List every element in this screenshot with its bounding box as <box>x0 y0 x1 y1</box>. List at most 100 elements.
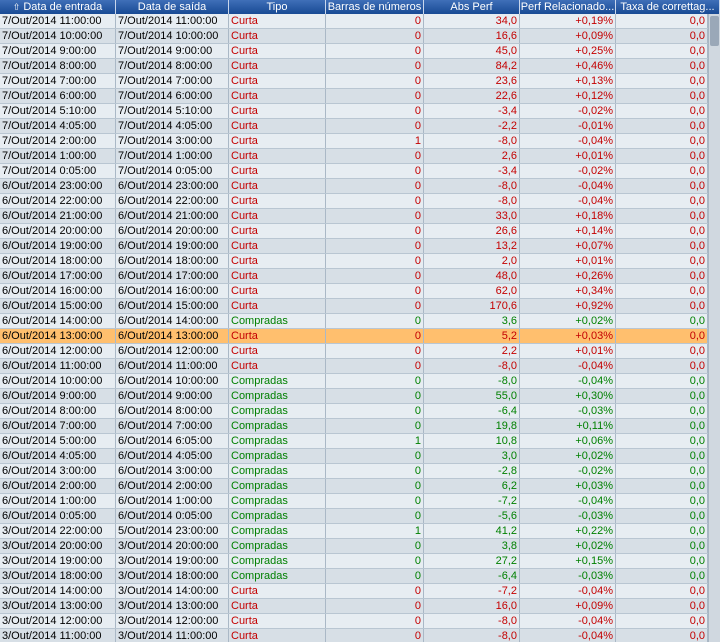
table-row[interactable]: 7/Out/2014 9:00:00 7/Out/2014 9:00:00 Curt… <box>0 44 708 59</box>
table-row[interactable]: 6/Out/2014 12:00:00 6/Out/2014 12:00:00 Cu… <box>0 344 708 359</box>
table-row[interactable]: 7/Out/2014 11:00:00 7/Out/2014 11:00:00 Cu… <box>0 14 708 29</box>
rel-perf-cell: +0,01% <box>520 344 616 358</box>
table-row[interactable]: 7/Out/2014 8:00:00 7/Out/2014 8:00:00 Curt… <box>0 59 708 74</box>
commission-cell: 0,0 <box>616 254 708 268</box>
table-row[interactable]: 6/Out/2014 14:00:00 6/Out/2014 14:00:00 Co… <box>0 314 708 329</box>
entry-date-cell: 7/Out/2014 9:00:00 <box>0 44 116 58</box>
table-row[interactable]: 6/Out/2014 9:00:00 6/Out/2014 9:00:00 Comp… <box>0 389 708 404</box>
rel-perf-cell: +0,09% <box>520 599 616 613</box>
scrollbar-thumb[interactable] <box>710 16 719 46</box>
type-cell: Compradas <box>229 569 326 583</box>
header-bars-label: Barras de números <box>327 1 422 13</box>
table-row[interactable]: 6/Out/2014 3:00:00 6/Out/2014 3:00:00 Comp… <box>0 464 708 479</box>
table-row[interactable]: 6/Out/2014 5:00:00 6/Out/2014 6:05:00 Comp… <box>0 434 708 449</box>
table-row[interactable]: 3/Out/2014 22:00:00 5/Out/2014 23:00:00 Co… <box>0 524 708 539</box>
entry-date-cell: 6/Out/2014 5:00:00 <box>0 434 116 448</box>
abs-perf-cell: 6,2 <box>424 479 520 493</box>
rel-perf-cell: +0,26% <box>520 269 616 283</box>
table-row[interactable]: 3/Out/2014 19:00:00 3/Out/2014 19:00:00 Co… <box>0 554 708 569</box>
exit-date-cell: 6/Out/2014 20:00:00 <box>116 224 229 238</box>
exit-date-cell: 6/Out/2014 18:00:00 <box>116 254 229 268</box>
exit-date-cell: 7/Out/2014 8:00:00 <box>116 59 229 73</box>
abs-perf-cell: 2,0 <box>424 254 520 268</box>
table-row[interactable]: 7/Out/2014 1:00:00 7/Out/2014 1:00:00 Curt… <box>0 149 708 164</box>
table-row[interactable]: 7/Out/2014 2:00:00 7/Out/2014 3:00:00 Curt… <box>0 134 708 149</box>
exit-date-cell: 7/Out/2014 3:00:00 <box>116 134 229 148</box>
bars-cell: 1 <box>326 134 424 148</box>
exit-date-cell: 6/Out/2014 15:00:00 <box>116 299 229 313</box>
table-row[interactable]: 7/Out/2014 10:00:00 7/Out/2014 10:00:00 Cu… <box>0 29 708 44</box>
commission-cell: 0,0 <box>616 539 708 553</box>
exit-date-cell: 6/Out/2014 7:00:00 <box>116 419 229 433</box>
table-row[interactable]: 3/Out/2014 20:00:00 3/Out/2014 20:00:00 Co… <box>0 539 708 554</box>
commission-cell: 0,0 <box>616 329 708 343</box>
trade-list-grid: ⇧ Data de entrada Data de saída Tipo Barr… <box>0 0 720 642</box>
header-bars[interactable]: Barras de números <box>326 0 424 14</box>
table-row[interactable]: 6/Out/2014 16:00:00 6/Out/2014 16:00:00 Cu… <box>0 284 708 299</box>
table-row[interactable]: 6/Out/2014 10:00:00 6/Out/2014 10:00:00 Co… <box>0 374 708 389</box>
bars-cell: 0 <box>326 614 424 628</box>
table-row[interactable]: 6/Out/2014 13:00:00 6/Out/2014 13:00:00 Cu… <box>0 329 708 344</box>
table-row[interactable]: 6/Out/2014 18:00:00 6/Out/2014 18:00:00 Cu… <box>0 254 708 269</box>
table-row[interactable]: 6/Out/2014 0:05:00 6/Out/2014 0:05:00 Comp… <box>0 509 708 524</box>
table-row[interactable]: 7/Out/2014 0:05:00 7/Out/2014 0:05:00 Curt… <box>0 164 708 179</box>
exit-date-cell: 3/Out/2014 12:00:00 <box>116 614 229 628</box>
table-row[interactable]: 3/Out/2014 14:00:00 3/Out/2014 14:00:00 Cu… <box>0 584 708 599</box>
commission-cell: 0,0 <box>616 509 708 523</box>
type-cell: Curta <box>229 269 326 283</box>
table-row[interactable]: 6/Out/2014 21:00:00 6/Out/2014 21:00:00 Cu… <box>0 209 708 224</box>
table-row[interactable]: 6/Out/2014 11:00:00 6/Out/2014 11:00:00 Cu… <box>0 359 708 374</box>
table-row[interactable]: 7/Out/2014 6:00:00 7/Out/2014 6:00:00 Curt… <box>0 89 708 104</box>
table-row[interactable]: 6/Out/2014 19:00:00 6/Out/2014 19:00:00 Cu… <box>0 239 708 254</box>
table-row[interactable]: 6/Out/2014 22:00:00 6/Out/2014 22:00:00 Cu… <box>0 194 708 209</box>
entry-date-cell: 7/Out/2014 10:00:00 <box>0 29 116 43</box>
sort-ascending-icon[interactable]: ⇧ <box>13 0 21 14</box>
entry-date-cell: 7/Out/2014 7:00:00 <box>0 74 116 88</box>
type-cell: Compradas <box>229 479 326 493</box>
type-cell: Compradas <box>229 434 326 448</box>
type-cell: Curta <box>229 149 326 163</box>
table-row[interactable]: 6/Out/2014 1:00:00 6/Out/2014 1:00:00 Comp… <box>0 494 708 509</box>
type-cell: Curta <box>229 29 326 43</box>
bars-cell: 1 <box>326 524 424 538</box>
header-type[interactable]: Tipo <box>229 0 326 14</box>
entry-date-cell: 7/Out/2014 11:00:00 <box>0 14 116 28</box>
table-row[interactable]: 6/Out/2014 23:00:00 6/Out/2014 23:00:00 Cu… <box>0 179 708 194</box>
table-row[interactable]: 6/Out/2014 4:05:00 6/Out/2014 4:05:00 Comp… <box>0 449 708 464</box>
table-row[interactable]: 7/Out/2014 4:05:00 7/Out/2014 4:05:00 Curt… <box>0 119 708 134</box>
vertical-scrollbar[interactable] <box>708 14 720 642</box>
header-abs-perf[interactable]: Abs Perf <box>424 0 520 14</box>
table-row[interactable]: 7/Out/2014 5:10:00 7/Out/2014 5:10:00 Curt… <box>0 104 708 119</box>
header-exit-date[interactable]: Data de saída <box>116 0 229 14</box>
commission-cell: 0,0 <box>616 14 708 28</box>
table-row[interactable]: 3/Out/2014 18:00:00 3/Out/2014 18:00:00 Co… <box>0 569 708 584</box>
bars-cell: 0 <box>326 14 424 28</box>
exit-date-cell: 6/Out/2014 14:00:00 <box>116 314 229 328</box>
table-row[interactable]: 6/Out/2014 17:00:00 6/Out/2014 17:00:00 Cu… <box>0 269 708 284</box>
exit-date-cell: 7/Out/2014 0:05:00 <box>116 164 229 178</box>
table-row[interactable]: 6/Out/2014 15:00:00 6/Out/2014 15:00:00 Cu… <box>0 299 708 314</box>
exit-date-cell: 6/Out/2014 21:00:00 <box>116 209 229 223</box>
entry-date-cell: 6/Out/2014 10:00:00 <box>0 374 116 388</box>
header-entry-date[interactable]: ⇧ Data de entrada <box>0 0 116 14</box>
table-row[interactable]: 6/Out/2014 8:00:00 6/Out/2014 8:00:00 Comp… <box>0 404 708 419</box>
exit-date-cell: 7/Out/2014 4:05:00 <box>116 119 229 133</box>
exit-date-cell: 6/Out/2014 6:05:00 <box>116 434 229 448</box>
table-row[interactable]: 6/Out/2014 7:00:00 6/Out/2014 7:00:00 Comp… <box>0 419 708 434</box>
type-cell: Curta <box>229 134 326 148</box>
table-row[interactable]: 7/Out/2014 7:00:00 7/Out/2014 7:00:00 Curt… <box>0 74 708 89</box>
header-rel-perf[interactable]: Perf Relacionado... <box>520 0 616 14</box>
table-row[interactable]: 6/Out/2014 20:00:00 6/Out/2014 20:00:00 Cu… <box>0 224 708 239</box>
abs-perf-cell: -3,4 <box>424 104 520 118</box>
header-commission[interactable]: Taxa de correttag... <box>616 0 720 14</box>
exit-date-cell: 6/Out/2014 22:00:00 <box>116 194 229 208</box>
bars-cell: 0 <box>326 464 424 478</box>
table-row[interactable]: 3/Out/2014 12:00:00 3/Out/2014 12:00:00 Cu… <box>0 614 708 629</box>
table-row[interactable]: 3/Out/2014 13:00:00 3/Out/2014 13:00:00 Cu… <box>0 599 708 614</box>
bars-cell: 0 <box>326 344 424 358</box>
commission-cell: 0,0 <box>616 599 708 613</box>
entry-date-cell: 3/Out/2014 22:00:00 <box>0 524 116 538</box>
table-row[interactable]: 3/Out/2014 11:00:00 3/Out/2014 11:00:00 Cu… <box>0 629 708 642</box>
abs-perf-cell: -8,0 <box>424 179 520 193</box>
table-row[interactable]: 6/Out/2014 2:00:00 6/Out/2014 2:00:00 Comp… <box>0 479 708 494</box>
